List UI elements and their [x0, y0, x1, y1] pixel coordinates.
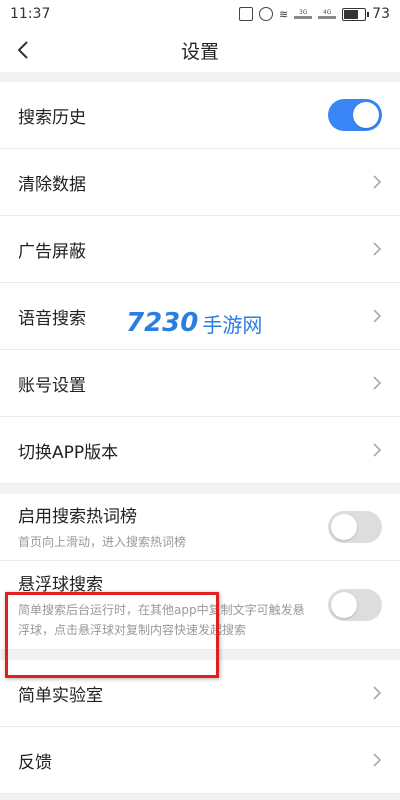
- settings-item[interactable]: 语音搜索: [0, 283, 400, 350]
- settings-toggle[interactable]: [328, 511, 382, 543]
- status-bar: 11:37 ≋ 3G 4G 73: [0, 0, 400, 28]
- sim-icon: [238, 7, 253, 21]
- settings-item[interactable]: 清除数据: [0, 149, 400, 216]
- signal-3g-icon: 3G: [294, 9, 313, 19]
- status-time: 11:37: [10, 6, 51, 22]
- settings-group-more: 简单实验室 反馈: [0, 660, 400, 794]
- toggle-knob: [353, 102, 379, 128]
- settings-item-label: 切换APP版本: [18, 442, 119, 463]
- signal-4g-icon: 4G: [318, 9, 337, 19]
- settings-item-label: 清除数据: [18, 174, 86, 195]
- settings-item[interactable]: 反馈: [0, 727, 400, 794]
- settings-item[interactable]: 搜索历史: [0, 82, 400, 149]
- status-icons: ≋ 3G 4G 73: [238, 6, 390, 22]
- chevron-right-icon: [373, 686, 382, 700]
- toggle-knob: [331, 514, 357, 540]
- settings-item-label: 语音搜索: [18, 308, 86, 329]
- toggle-knob: [331, 592, 357, 618]
- chevron-right-icon: [373, 242, 382, 256]
- chevron-right-icon: [373, 376, 382, 390]
- settings-item[interactable]: 切换APP版本: [0, 417, 400, 484]
- search-history-toggle[interactable]: [328, 99, 382, 131]
- page-title: 设置: [180, 40, 219, 63]
- chevron-right-icon: [373, 309, 382, 323]
- battery-level: 73: [372, 6, 390, 22]
- alarm-icon: [258, 7, 273, 21]
- chevron-right-icon: [373, 175, 382, 189]
- settings-item-label: 简单实验室: [18, 685, 103, 706]
- back-arrow-icon[interactable]: [12, 38, 36, 62]
- settings-group-main: 搜索历史清除数据广告屏蔽语音搜索账号设置切换APP版本: [0, 82, 400, 484]
- settings-item[interactable]: 广告屏蔽: [0, 216, 400, 283]
- settings-toggle[interactable]: [328, 589, 382, 621]
- settings-item-label: 广告屏蔽: [18, 241, 86, 262]
- header: 设置: [0, 28, 400, 72]
- settings-item[interactable]: 账号设置: [0, 350, 400, 417]
- settings-item-label: 启用搜索热词榜: [18, 507, 137, 527]
- wifi-icon: ≋: [278, 7, 289, 21]
- settings-item-label: 搜索历史: [18, 107, 86, 128]
- settings-toggle-item[interactable]: 启用搜索热词榜首页向上滑动，进入搜索热词榜: [0, 494, 400, 561]
- chevron-right-icon: [373, 443, 382, 457]
- highlight-box: [5, 592, 219, 678]
- settings-item-label: 反馈: [18, 752, 52, 773]
- chevron-right-icon: [373, 753, 382, 767]
- settings-item-description: 首页向上滑动，进入搜索热词榜: [18, 535, 187, 549]
- battery-icon: [342, 7, 370, 21]
- settings-item-label: 账号设置: [18, 375, 86, 396]
